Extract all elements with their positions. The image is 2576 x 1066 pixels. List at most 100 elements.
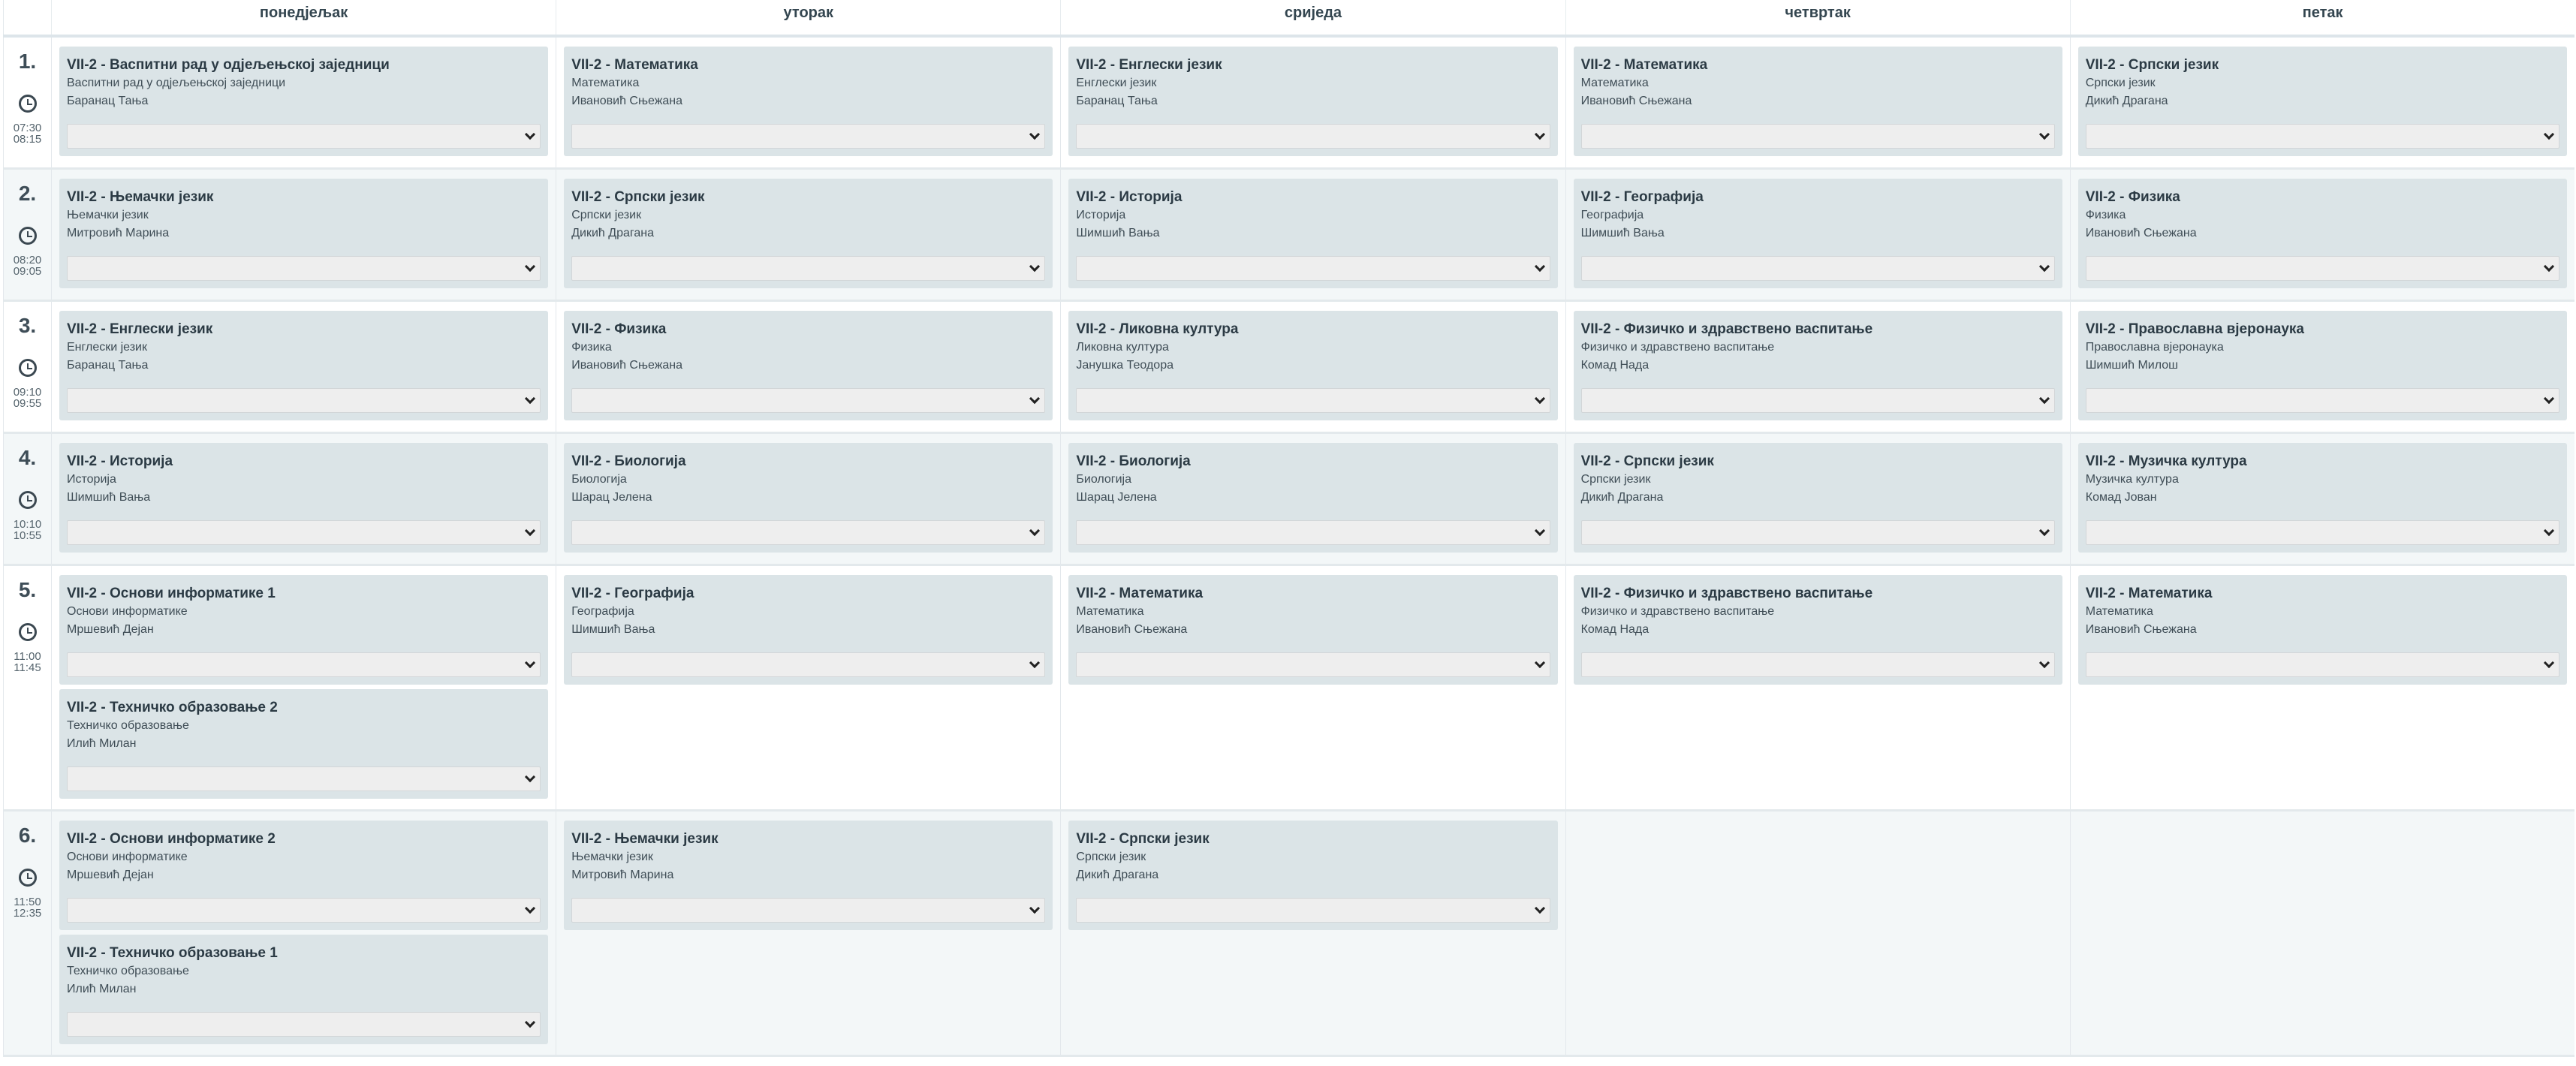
lesson-select[interactable]	[571, 519, 1046, 545]
lesson-card[interactable]: VII-2 - Енглески језик Енглески језик Бара…	[1068, 47, 1558, 156]
period-cell: 2. 08:20 09:05	[3, 168, 52, 302]
lesson-select[interactable]	[1076, 124, 1550, 149]
lesson-card[interactable]: VII-2 - Ликовна култура Ликовна култура Ја…	[1068, 310, 1558, 420]
lesson-select[interactable]	[571, 124, 1046, 149]
lesson-subject: Техничко образовање	[67, 964, 189, 977]
lesson-select[interactable]	[1580, 652, 2055, 677]
clock-icon	[18, 95, 37, 113]
lesson-card[interactable]: VII-2 - Физичко и здравствено васпитање Ф…	[1573, 310, 2062, 420]
lesson-title: VII-2 - Васпитни рад у одјељењској зајед…	[67, 57, 390, 73]
lesson-select[interactable]	[2085, 519, 2560, 545]
lesson-select[interactable]	[571, 255, 1046, 281]
lesson-card[interactable]: VII-2 - Математика Математика Ивановић Сње…	[1573, 47, 2062, 156]
lesson-select[interactable]	[2085, 652, 2560, 677]
period-row: 2. 08:20 09:05 VII-2 - Њемачки језик Њемачки…	[3, 168, 2575, 302]
period-cell: 1. 07:30 08:15	[3, 36, 52, 170]
lesson-select[interactable]	[571, 652, 1046, 677]
lesson-subject: Њемачки језик	[571, 850, 653, 863]
lesson-select[interactable]	[67, 519, 541, 545]
chevron-down-icon	[1534, 902, 1545, 914]
lesson-card[interactable]: VII-2 - Српски језик Српски језик Дикић Др…	[1573, 442, 2062, 553]
clock-icon	[18, 226, 37, 245]
lesson-card[interactable]: VII-2 - Физика Физика Ивановић Сњежана	[564, 310, 1053, 420]
chevron-down-icon	[2038, 525, 2050, 536]
lesson-card[interactable]: VII-2 - Математика Математика Ивановић Сње…	[1068, 574, 1558, 685]
lesson-select[interactable]	[571, 897, 1046, 923]
slot-thursday: VII-2 - Географија Географија Шимшић Вања	[1565, 168, 2071, 302]
lesson-teacher: Дикић Драгана	[1076, 868, 1159, 881]
lesson-title: VII-2 - Географија	[1580, 188, 1704, 205]
lesson-card[interactable]: VII-2 - Техничко образовање 1 Техничко об…	[59, 934, 549, 1044]
lesson-card[interactable]: VII-2 - Географија Географија Шимшић Вања	[564, 574, 1053, 685]
lesson-card[interactable]: VII-2 - Физичко и здравствено васпитање Ф…	[1573, 574, 2062, 685]
lesson-card[interactable]: VII-2 - Физика Физика Ивановић Сњежана	[2077, 178, 2568, 288]
lesson-select[interactable]	[1076, 897, 1550, 923]
chevron-down-icon	[525, 128, 536, 140]
lesson-title: VII-2 - Физика	[2085, 188, 2180, 205]
lesson-card[interactable]: VII-2 - Енглески језик Енглески језик Бара…	[59, 310, 549, 420]
period-times: 10:10 10:55	[4, 519, 51, 541]
lesson-card[interactable]: VII-2 - Српски језик Српски језик Дикић Др…	[2077, 47, 2568, 156]
lesson-subject: Ликовна култура	[1076, 340, 1169, 354]
lesson-card[interactable]: VII-2 - Православна вјеронаука Православн…	[2077, 310, 2568, 420]
lesson-select[interactable]	[1076, 387, 1550, 413]
lesson-select[interactable]	[67, 124, 541, 149]
lesson-select[interactable]	[67, 387, 541, 413]
slot-tuesday: VII-2 - Физика Физика Ивановић Сњежана	[556, 300, 1061, 434]
lesson-select[interactable]	[67, 897, 541, 923]
lesson-card[interactable]: VII-2 - Математика Математика Ивановић Сње…	[2077, 574, 2568, 685]
lesson-card[interactable]: VII-2 - Њемачки језик Њемачки језик Митров…	[564, 820, 1053, 930]
lesson-select[interactable]	[571, 387, 1046, 413]
lesson-card[interactable]: VII-2 - Математика Математика Ивановић Сње…	[564, 47, 1053, 156]
period-times: 11:00 11:45	[4, 651, 51, 673]
lesson-card[interactable]: VII-2 - Васпитни рад у одјељењској зајед…	[59, 47, 549, 156]
lesson-teacher: Комад Нада	[1580, 358, 1650, 372]
lesson-select[interactable]	[67, 255, 541, 281]
lesson-subject: Физичко и здравствено васпитање	[1580, 340, 1775, 354]
lesson-select[interactable]	[1580, 519, 2055, 545]
lesson-card[interactable]: VII-2 - Биологија Биологија Шарац Јелена	[564, 442, 1053, 553]
lesson-select[interactable]	[2085, 124, 2560, 149]
period-number: 6.	[18, 823, 37, 847]
lesson-select[interactable]	[1580, 255, 2055, 281]
period-number: 3.	[18, 313, 37, 337]
slot-monday: VII-2 - Основи информатике 1 Основи инфор…	[50, 565, 556, 812]
chevron-down-icon	[1029, 525, 1041, 536]
lesson-subject: Српски језик	[2085, 77, 2156, 89]
lesson-card[interactable]: VII-2 - Српски језик Српски језик Дикић Др…	[564, 178, 1053, 288]
lesson-select[interactable]	[1076, 652, 1550, 677]
lesson-card[interactable]: VII-2 - Географија Географија Шимшић Вања	[1573, 178, 2062, 288]
lesson-card[interactable]: VII-2 - Историја Историја Шимшић Вања	[1068, 178, 1558, 288]
lesson-select[interactable]	[2085, 255, 2560, 281]
lesson-subject: Православна вјеронаука	[2085, 340, 2224, 354]
lesson-card[interactable]: VII-2 - Историја Историја Шимшић Вања	[59, 442, 549, 553]
lesson-subject: Музичка култура	[2085, 472, 2179, 486]
lesson-select[interactable]	[1580, 387, 2055, 413]
lesson-select[interactable]	[67, 652, 541, 677]
chevron-down-icon	[525, 771, 536, 782]
lesson-card[interactable]: VII-2 - Техничко образовање 2 Техничко об…	[59, 688, 549, 799]
lesson-title: VII-2 - Биологија	[571, 453, 686, 469]
lesson-subject: Енглески језик	[67, 340, 147, 354]
lesson-select[interactable]	[67, 766, 541, 791]
lesson-card[interactable]: VII-2 - Основи информатике 1 Основи инфор…	[59, 574, 549, 685]
chevron-down-icon	[525, 657, 536, 668]
lesson-teacher: Митровић Марина	[571, 868, 674, 881]
lesson-select[interactable]	[1076, 519, 1550, 545]
lesson-select[interactable]	[67, 1011, 541, 1037]
lesson-card[interactable]: VII-2 - Биологија Биологија Шарац Јелена	[1068, 442, 1558, 553]
lesson-card[interactable]: VII-2 - Основи информатике 2 Основи инфор…	[59, 820, 549, 930]
lesson-select[interactable]	[1076, 255, 1550, 281]
lesson-card[interactable]: VII-2 - Музичка култура Музичка култура Ко…	[2077, 442, 2568, 553]
period-start-time: 11:50	[14, 895, 41, 908]
lesson-subject: Српски језик	[1580, 472, 1651, 486]
lesson-card[interactable]: VII-2 - Њемачки језик Њемачки језик Митров…	[59, 178, 549, 288]
clock-icon	[18, 490, 37, 509]
lesson-teacher: Дикић Драгана	[1580, 490, 1664, 504]
lesson-card[interactable]: VII-2 - Српски језик Српски језик Дикић Др…	[1068, 820, 1558, 930]
lesson-title: VII-2 - Енглески језик	[67, 321, 213, 337]
lesson-title: VII-2 - Математика	[1076, 585, 1204, 601]
lesson-teacher: Шарац Јелена	[571, 490, 652, 504]
lesson-select[interactable]	[1580, 124, 2055, 149]
lesson-select[interactable]	[2085, 387, 2560, 413]
